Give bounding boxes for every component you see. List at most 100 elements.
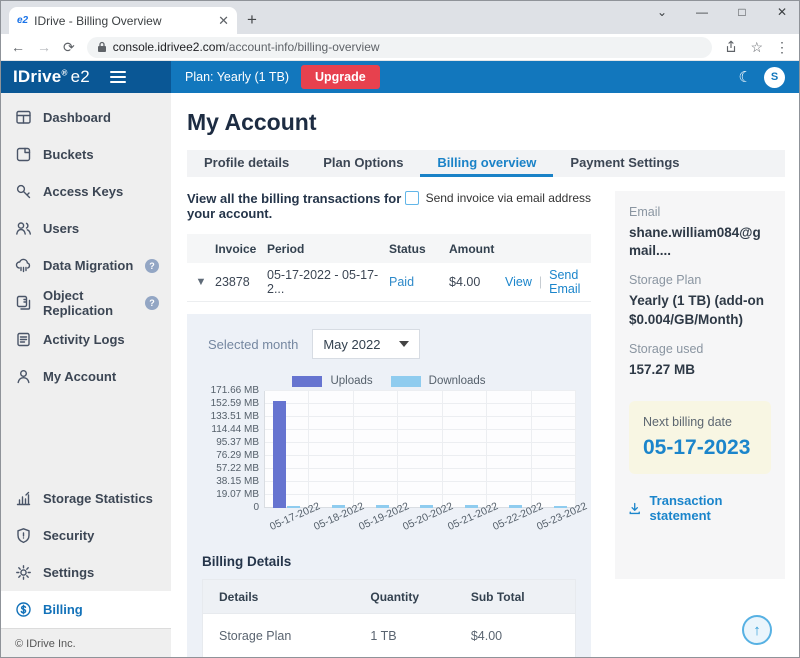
y-axis-tick-label: 133.51 MB [211,411,259,422]
sidebar-item-billing[interactable]: Billing [1,591,171,628]
billing-col-header: Details [203,590,370,604]
storage-plan-label: Storage Plan [629,273,771,287]
gear-icon [15,564,32,581]
y-axis-tick-label: 19.07 MB [216,489,259,500]
billing-col-header: Quantity [370,590,470,604]
billing-row-storage-plan: Storage Plan1 TB$4.00 [203,613,575,657]
invoice-amount: $4.00 [449,275,505,289]
browser-tab[interactable]: e2 IDrive - Billing Overview ✕ [9,7,237,34]
logo-area: IDrive®e2 [1,61,171,93]
sidebar-item-access-keys[interactable]: Access Keys [1,173,171,210]
address-bar[interactable]: console.idrivee2.com/account-info/billin… [87,37,713,58]
url-path: /account-info/billing-overview [225,40,379,54]
url-domain: console.idrivee2.com [113,40,226,54]
sidebar: Dashboard BucketsAccess Keys Users Data Mig… [1,93,171,658]
browser-menu-icon[interactable]: ⋮ [775,39,789,56]
window-minimize-icon[interactable]: — [695,5,709,19]
bar-chart-icon [15,490,32,507]
send-email-link[interactable]: Send Email [549,268,591,296]
tab-plan-options[interactable]: Plan Options [306,150,420,177]
invoice-number: 23878 [215,275,267,289]
sidebar-item-label: Storage Statistics [43,491,159,506]
legend-swatch [391,376,421,387]
selected-month-label: Selected month [208,337,298,352]
sidebar-item-object-replication[interactable]: Object Replication? [1,284,171,321]
transaction-statement-link[interactable]: Transaction statement [629,493,771,523]
activity-log-icon [15,331,32,348]
browser-tab-strip: e2 IDrive - Billing Overview ✕ + ⌄ — □ ✕ [1,1,799,34]
favicon-e2-icon: e2 [17,15,28,26]
next-billing-date: 05-17-2023 [643,436,767,460]
sidebar-item-label: Users [43,221,159,236]
cloud-migration-icon [15,257,32,274]
tab-payment-settings[interactable]: Payment Settings [553,150,696,177]
month-select[interactable]: May 2022 [312,329,420,359]
window-maximize-icon[interactable]: □ [735,5,749,19]
replication-icon [15,294,32,311]
sidebar-item-security[interactable]: Security [1,517,171,554]
next-billing-box: Next billing date 05-17-2023 [629,401,771,474]
billing-col-header: Sub Total [471,590,575,604]
account-tab-bar: Profile detailsPlan OptionsBilling overv… [187,150,785,177]
email-label: Email [629,205,771,219]
y-axis-tick-label: 114.44 MB [211,424,259,435]
idrive-e2-logo: IDrive®e2 [13,67,90,87]
reload-icon[interactable]: ⟳ [63,39,75,56]
forward-icon[interactable]: → [37,39,51,55]
billing-cell-subtotal: $4.00 [471,629,575,643]
send-invoice-checkbox[interactable] [405,191,419,205]
tab-billing-overview[interactable]: Billing overview [420,150,553,177]
tab-close-icon[interactable]: ✕ [218,13,229,29]
window-close-icon[interactable]: ✕ [775,5,789,19]
sidebar-item-label: Object Replication [43,288,134,318]
sidebar-item-storage-statistics[interactable]: Storage Statistics [1,480,171,517]
page-title: My Account [187,109,785,136]
bookmark-star-icon[interactable]: ☆ [750,39,763,56]
sidebar-item-activity-logs[interactable]: Activity Logs [1,321,171,358]
users-icon [15,220,32,237]
billing-details-table: DetailsQuantitySub Total Storage Plan1 T… [202,579,576,658]
back-icon[interactable]: ← [11,39,25,55]
dollar-circle-icon [15,601,32,618]
app-header: IDrive®e2 Plan: Yearly (1 TB) Upgrade ☾ … [1,61,799,93]
scroll-to-top-button[interactable]: ↑ [742,615,772,645]
sidebar-item-settings[interactable]: Settings [1,554,171,591]
email-value: shane.william084@gmail.... [629,224,771,260]
legend-item-uploads: Uploads [292,375,372,387]
sidebar-item-label: Dashboard [43,110,159,125]
invoice-detail-panel: Selected month May 2022 UploadsDownloads… [187,314,591,658]
invoice-table: InvoicePeriodStatusAmount ▼ 23878 05-17-… [187,234,591,302]
select-caret-icon [399,341,409,347]
invoice-row[interactable]: ▼ 23878 05-17-2022 - 05-17-2... Paid $4.… [187,263,591,302]
sidebar-item-users[interactable]: Users [1,210,171,247]
hamburger-menu-icon[interactable] [110,71,126,83]
url-text: console.idrivee2.com/account-info/billin… [113,40,380,54]
bar-group [532,391,576,508]
view-invoice-link[interactable]: View [505,275,532,289]
sidebar-item-my-account[interactable]: My Account [1,358,171,395]
key-icon [15,183,32,200]
expand-chevron-icon[interactable]: ▼ [187,276,215,288]
help-icon: ? [145,296,159,310]
storage-used-value: 157.27 MB [629,361,771,379]
share-icon[interactable] [724,40,738,54]
tab-profile-details[interactable]: Profile details [187,150,306,177]
window-profile-chevron-icon[interactable]: ⌄ [655,5,669,19]
sidebar-item-data-migration[interactable]: Data Migration? [1,247,171,284]
invoice-col-header: Amount [449,242,505,256]
bar-group [443,391,487,508]
invoice-period: 05-17-2022 - 05-17-2... [267,268,389,296]
shield-icon [15,527,32,544]
sidebar-item-buckets[interactable]: Buckets [1,136,171,173]
bar-uploads [273,401,286,508]
sidebar-item-label: My Account [43,369,159,384]
y-axis-tick-label: 38.15 MB [216,476,259,487]
main-content: My Account Profile detailsPlan OptionsBi… [171,93,799,658]
new-tab-button[interactable]: + [247,10,257,30]
upgrade-button[interactable]: Upgrade [301,65,380,89]
avatar[interactable]: S [764,67,785,88]
dark-mode-moon-icon[interactable]: ☾ [739,68,752,86]
bar-group [487,391,531,508]
account-summary-panel: Email shane.william084@gmail.... Storage… [615,191,785,579]
sidebar-item-dashboard[interactable]: Dashboard [1,99,171,136]
